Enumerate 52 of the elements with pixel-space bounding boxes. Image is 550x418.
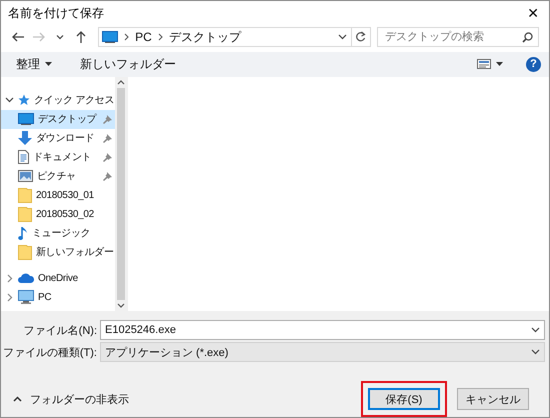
file-type-dropdown[interactable]: アプリケーション (*.exe) xyxy=(100,342,545,362)
folder-icon xyxy=(18,206,32,222)
new-folder-button[interactable]: 新しいフォルダー xyxy=(75,52,181,76)
window-title: 名前を付けて保存 xyxy=(8,4,105,22)
collapse-chevron-icon[interactable] xyxy=(5,97,14,104)
breadcrumb-item[interactable]: デスクトップ xyxy=(168,28,241,46)
refresh-icon[interactable] xyxy=(355,31,366,44)
breadcrumb-chevron-icon xyxy=(158,33,163,42)
download-icon xyxy=(18,131,32,146)
tree-item[interactable]: PC xyxy=(1,288,115,307)
star-icon xyxy=(18,94,30,106)
breadcrumb-chevron-icon xyxy=(124,33,130,42)
dropdown-chevron-icon[interactable] xyxy=(338,34,347,40)
folder-icon xyxy=(18,188,32,203)
tree-item[interactable]: クイック アクセス xyxy=(1,90,115,110)
monitor-icon xyxy=(18,113,34,126)
tree-item[interactable]: ピクチャ xyxy=(1,166,115,186)
dropdown-chevron-icon xyxy=(531,327,540,333)
search-icon xyxy=(522,32,534,43)
field-label: ファイル名(N): xyxy=(22,324,97,338)
tree-item[interactable]: ドキュメント xyxy=(1,148,115,167)
document-icon xyxy=(18,150,29,164)
breadcrumb-item[interactable]: PC xyxy=(135,30,152,44)
hide-folders-button[interactable]: フォルダーの非表示 xyxy=(11,390,131,408)
tree-item[interactable]: 新しいフォルダー xyxy=(1,242,115,262)
scrollbar[interactable] xyxy=(115,76,127,311)
computer-icon xyxy=(18,290,34,304)
dropdown-chevron-icon xyxy=(531,349,540,355)
caret-up-icon xyxy=(13,396,22,402)
tree-item[interactable]: OneDrive xyxy=(1,268,115,288)
file-name-field[interactable]: E1025246.exe xyxy=(100,320,545,340)
cancel-button[interactable]: キャンセル xyxy=(457,388,529,410)
tree-item[interactable]: ダウンロード xyxy=(1,128,115,148)
search-field[interactable]: デスクトップの検索 xyxy=(377,27,540,48)
close-button[interactable]: ✕ xyxy=(523,4,543,22)
monitor-icon xyxy=(102,31,118,44)
folder-icon xyxy=(18,244,32,260)
caret-icon xyxy=(496,62,503,66)
organize-button[interactable]: 整理 xyxy=(11,52,57,76)
help-button[interactable]: ? xyxy=(526,56,541,72)
save-button[interactable]: 保存(S) xyxy=(368,388,440,410)
view-icon xyxy=(477,59,491,70)
tree-item[interactable]: 20180530_02 xyxy=(1,204,115,224)
picture-icon xyxy=(18,170,33,182)
caret-icon xyxy=(45,62,52,66)
cloud-icon xyxy=(18,273,34,284)
music-note-icon xyxy=(18,226,28,241)
tree-item[interactable]: 20180530_01 xyxy=(1,186,115,205)
tree-item[interactable]: ミュージック xyxy=(1,224,115,243)
address-bar[interactable]: PC デスクトップ xyxy=(98,27,352,48)
tree-item[interactable]: デスクトップ xyxy=(1,110,115,129)
field-label: ファイルの種類(T): xyxy=(2,346,97,360)
